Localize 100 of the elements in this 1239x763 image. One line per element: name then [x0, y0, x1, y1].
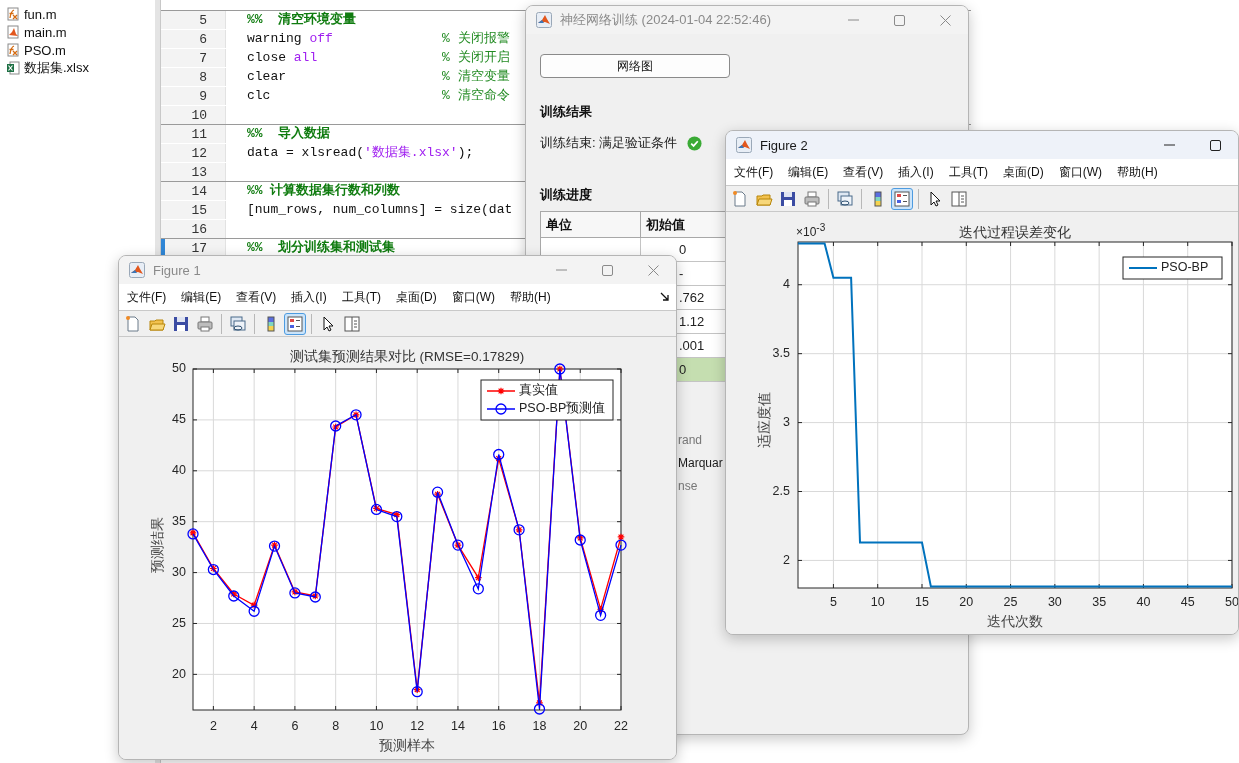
- line-number: 10: [191, 107, 207, 123]
- tick-label: 25: [172, 615, 186, 630]
- tick-label: 50: [172, 361, 186, 376]
- tick-label: 20: [959, 595, 974, 610]
- line-number: 9: [199, 88, 207, 104]
- menu-item[interactable]: 文件(F): [728, 163, 783, 181]
- menu-item[interactable]: 查看(V): [837, 163, 893, 181]
- dock-arrow-icon[interactable]: [660, 292, 670, 302]
- line-number: 14: [191, 183, 207, 199]
- legend-label: PSO-BP预测值: [519, 401, 606, 416]
- tick-label: 35: [1092, 595, 1107, 610]
- window-title: 神经网络训练 (2024-01-04 22:52:46): [560, 11, 771, 29]
- line-number: 6: [199, 31, 207, 47]
- tick-label: 25: [1003, 595, 1018, 610]
- legend-icon[interactable]: [284, 312, 306, 335]
- tick-label: 3: [783, 414, 790, 429]
- tick-label: 35: [172, 514, 186, 528]
- line-number: 13: [191, 164, 207, 180]
- legend-icon[interactable]: [891, 187, 913, 210]
- tick-label: 10: [870, 595, 885, 610]
- axis-label: 迭代次数: [987, 613, 1043, 629]
- script-file-icon: [6, 25, 20, 39]
- result-text: 训练结束: 满足验证条件: [540, 135, 678, 151]
- close-icon: [647, 264, 659, 276]
- code-line: data = xlsread('数据集.xlsx');: [247, 144, 474, 162]
- tick-label: 6: [291, 719, 299, 734]
- tick-label: 20: [573, 719, 588, 734]
- chart-title: 迭代过程误差变化: [959, 224, 1071, 240]
- axis-exponent: ×10$^{-3}$: [796, 225, 826, 239]
- tick-label: 30: [1047, 595, 1062, 610]
- peak-logo-icon: [536, 12, 552, 28]
- column-header: 单位: [541, 212, 641, 238]
- tick-label: 8: [332, 719, 340, 734]
- line-number: 15: [191, 202, 207, 218]
- tick-label: 10: [369, 719, 384, 734]
- algorithm-text: rand: [678, 432, 703, 449]
- menu-item[interactable]: 工具(T): [942, 163, 997, 181]
- menu-item[interactable]: 插入(I): [285, 288, 336, 306]
- file-name[interactable]: PSO.m: [24, 42, 66, 58]
- menu-item[interactable]: 工具(T): [335, 288, 390, 306]
- axis-label: 预测样本: [379, 737, 435, 753]
- code-line: clear % 清空变量: [247, 68, 510, 86]
- file-name[interactable]: main.m: [24, 24, 67, 40]
- code-line: %% 计算数据集行数和列数: [247, 182, 401, 200]
- tick-label: 50: [1225, 595, 1238, 610]
- tick-label: 4: [250, 719, 258, 734]
- function-file-icon: [6, 43, 20, 57]
- tick-label: 14: [451, 719, 465, 734]
- window-title: Figure 2: [760, 137, 808, 153]
- tick-label: 2.5: [772, 483, 790, 498]
- code-line: warning off % 关闭报警: [247, 30, 510, 48]
- legend-label: 真实值: [519, 383, 558, 398]
- line-number: 17: [191, 240, 207, 256]
- code-line: close all % 关闭开启: [247, 49, 510, 67]
- tick-label: 16: [491, 719, 506, 734]
- menu-item[interactable]: 编辑(E): [175, 288, 231, 306]
- code-line: %% 导入数据: [247, 125, 331, 143]
- maximize-icon: [1209, 139, 1221, 151]
- section-heading: 训练结果: [540, 104, 592, 120]
- code-line: clc % 清空命令: [247, 87, 510, 105]
- legend-label: PSO-BP: [1161, 260, 1209, 275]
- menu-item[interactable]: 桌面(D): [997, 163, 1053, 181]
- file-name[interactable]: fun.m: [24, 6, 57, 22]
- menu-item[interactable]: 窗口(W): [445, 288, 504, 306]
- menu-item[interactable]: 桌面(D): [390, 288, 446, 306]
- tick-label: 20: [172, 666, 186, 681]
- menu-item[interactable]: 帮助(H): [1111, 163, 1167, 181]
- tick-label: 3.5: [772, 345, 790, 360]
- file-name[interactable]: 数据集.xlsx: [24, 59, 89, 77]
- tick-label: 45: [172, 412, 186, 427]
- axis-label: 预测结果: [149, 517, 165, 573]
- maximize-icon: [601, 264, 613, 276]
- line-number: 11: [191, 126, 207, 142]
- code-line: [num_rows, num_columns] = size(dat: [247, 201, 513, 219]
- code-line: %% 划分训练集和测试集: [247, 239, 396, 257]
- menu-item[interactable]: 查看(V): [230, 288, 286, 306]
- peak-logo-icon: [129, 262, 145, 278]
- tick-label: 5: [829, 595, 837, 610]
- menu-item[interactable]: 窗口(W): [1052, 163, 1111, 181]
- line-number: 5: [199, 12, 207, 28]
- line-number: 8: [199, 69, 207, 85]
- tick-label: 2: [783, 552, 790, 567]
- function-file-icon: [6, 7, 20, 21]
- menu-item[interactable]: 编辑(E): [782, 163, 838, 181]
- algorithm-text: Marquar: [678, 455, 723, 472]
- menu-item[interactable]: 帮助(H): [504, 288, 560, 306]
- menu-item[interactable]: 插入(I): [892, 163, 943, 181]
- axis-label: 适应度值: [756, 392, 772, 448]
- menu-item[interactable]: 文件(F): [121, 288, 176, 306]
- spreadsheet-file-icon: [6, 61, 20, 75]
- line-number: 12: [191, 145, 207, 161]
- close-icon: [939, 14, 951, 26]
- tick-label: 12: [410, 719, 425, 734]
- window-title: Figure 1: [153, 262, 201, 278]
- peak-logo-icon: [736, 137, 752, 153]
- network-diagram-button[interactable]: 网络图: [540, 54, 730, 78]
- code-line: %% 清空环境变量: [247, 11, 357, 29]
- algorithm-text: nse: [678, 478, 698, 495]
- minimize-icon: [555, 269, 567, 271]
- minimize-icon: [1163, 144, 1175, 146]
